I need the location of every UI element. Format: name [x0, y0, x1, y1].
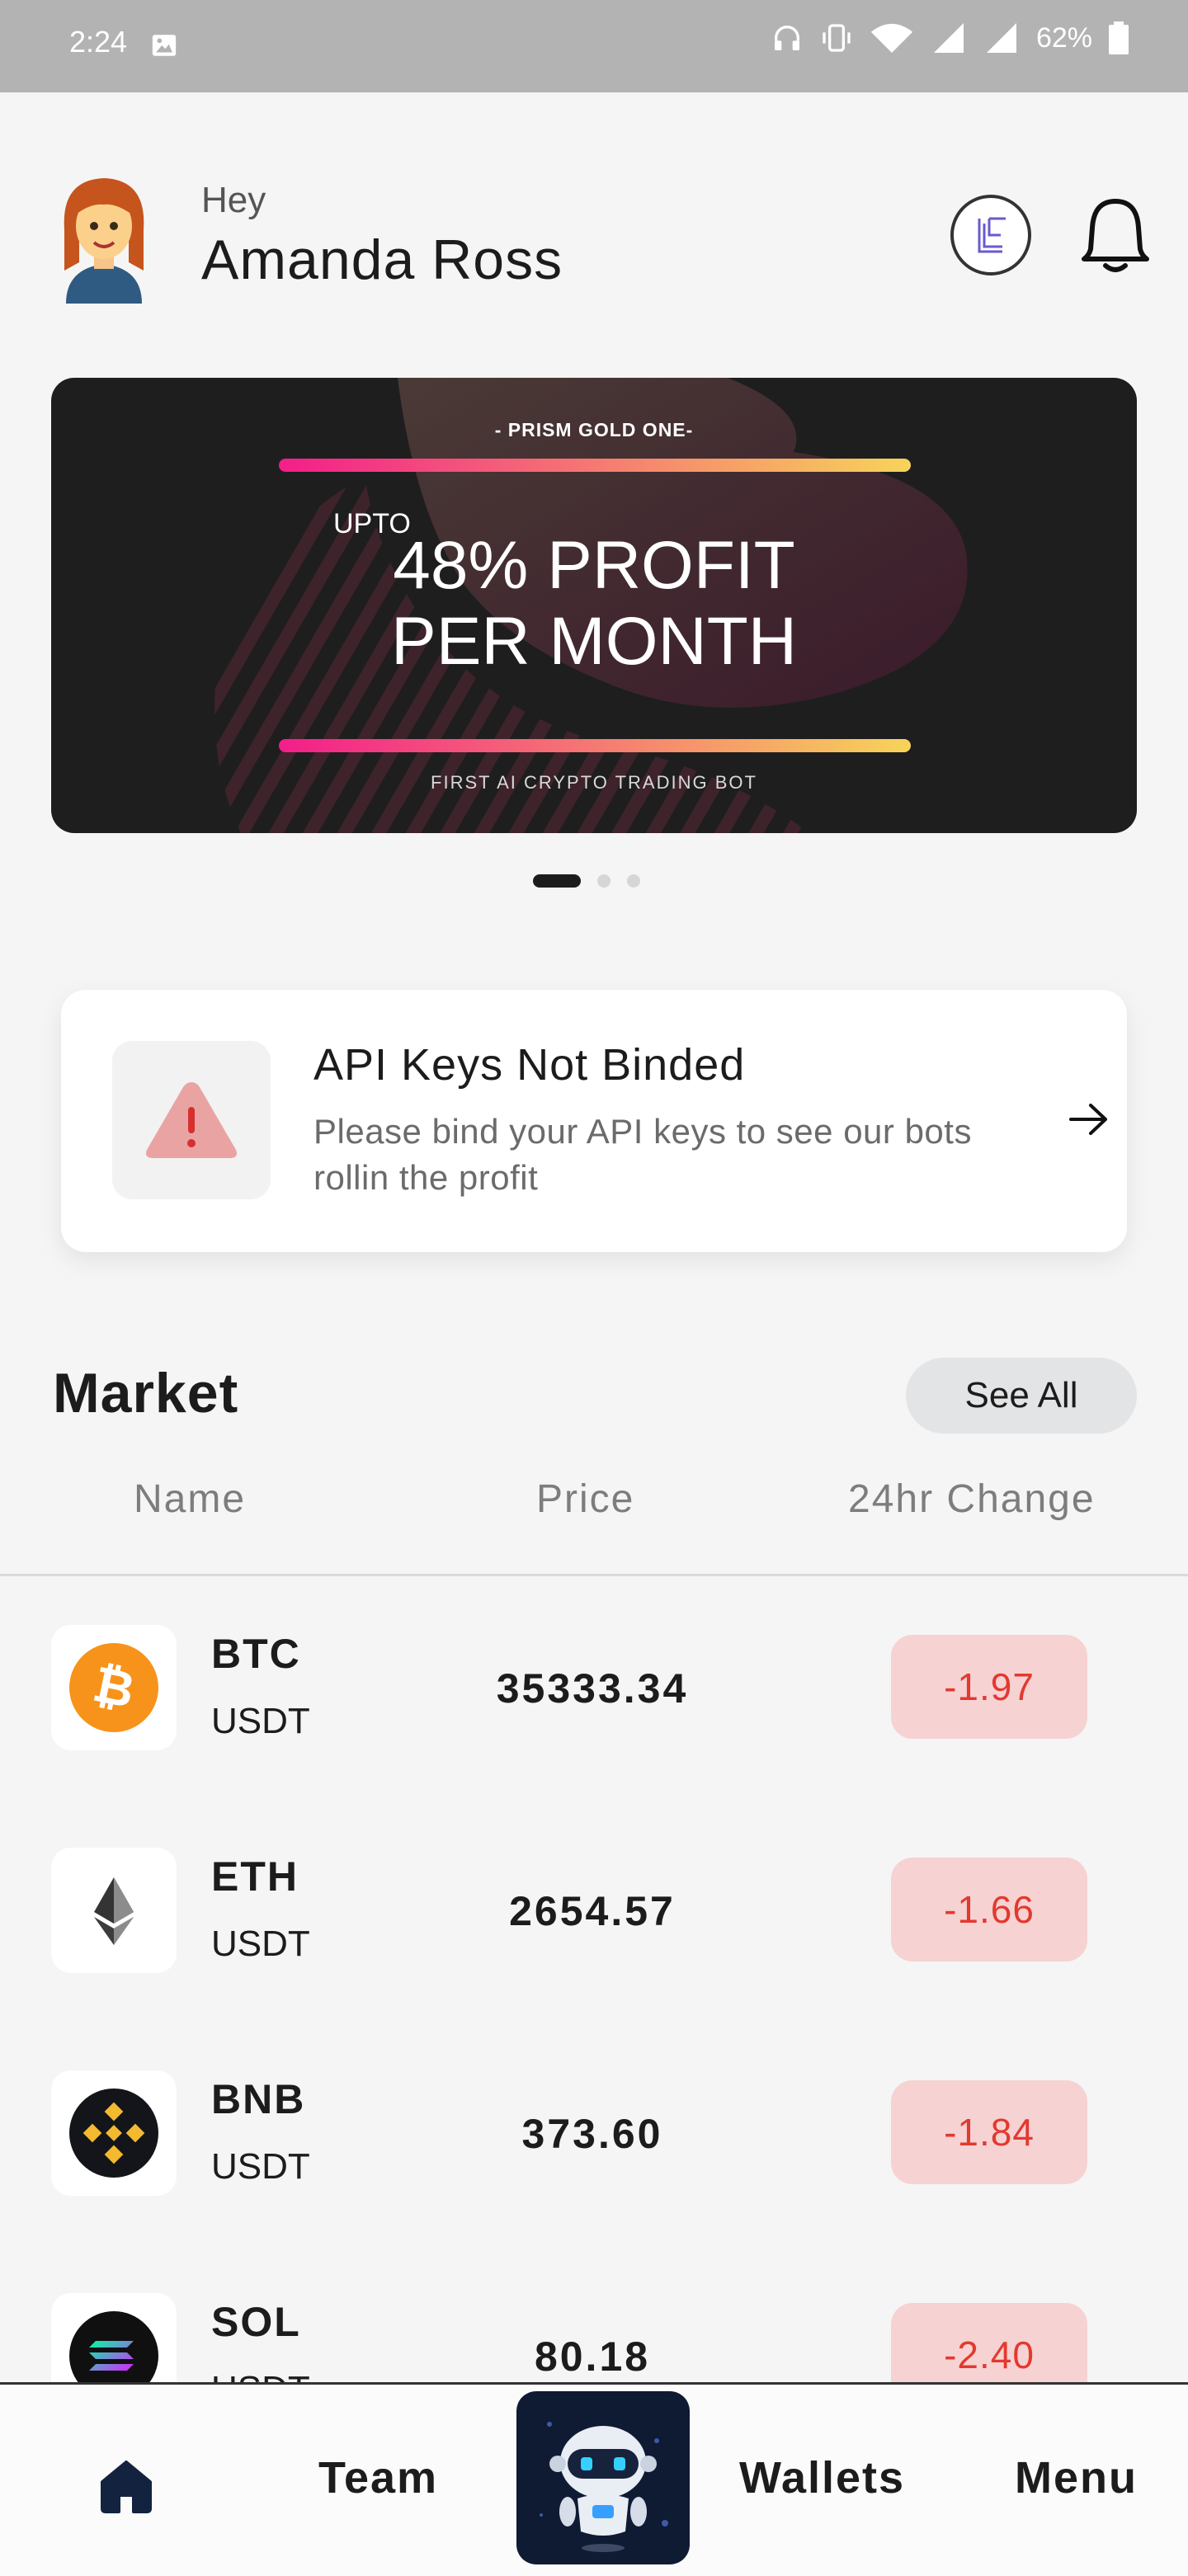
status-bar: 2:24 62%	[0, 0, 1188, 92]
coin-price: 80.18	[534, 2333, 651, 2380]
market-row-bnb[interactable]: BNB USDT 373.60 -1.84	[0, 2070, 1188, 2202]
banner-headline-2: PER MONTH	[391, 604, 797, 679]
warning-icon	[146, 1082, 237, 1158]
column-header-change: 24hr Change	[848, 1477, 1096, 1521]
banner-line-top	[279, 459, 911, 472]
nav-team[interactable]: Team	[318, 2452, 438, 2503]
vibrate-icon	[823, 24, 851, 52]
banner-headline: 48% PROFIT PER MONTH	[51, 528, 1137, 680]
coin-symbol: ETH	[211, 1853, 299, 1900]
market-row-btc[interactable]: ₿ BTC USDT 35333.34 -1.97	[0, 1625, 1188, 1757]
signal-icon-2	[986, 23, 1016, 53]
bnb-icon-box	[51, 2070, 177, 2196]
battery-icon	[1109, 21, 1129, 54]
robot-icon	[540, 2422, 668, 2552]
nav-menu[interactable]: Menu	[1015, 2452, 1138, 2503]
coin-price: 35333.34	[496, 1665, 689, 1712]
user-name: Amanda Ross	[201, 228, 563, 291]
ai-bot-button[interactable]	[516, 2391, 690, 2564]
coin-symbol: SOL	[211, 2299, 301, 2345]
home-icon[interactable]	[99, 2459, 153, 2515]
change-badge: -1.66	[891, 1858, 1087, 1961]
headphones-icon	[774, 26, 799, 50]
brand-logo-icon	[978, 217, 1006, 253]
notification-bell-icon[interactable]	[1077, 195, 1153, 277]
arrow-right-icon[interactable]	[1066, 1099, 1112, 1140]
carousel-dot-1[interactable]	[533, 874, 581, 888]
api-card-title: API Keys Not Binded	[314, 1040, 746, 1090]
carousel-dot-2[interactable]	[597, 874, 610, 888]
coin-price: 2654.57	[509, 1888, 676, 1934]
bottom-navigation: Team Wallets Menu	[0, 2382, 1188, 2576]
banner-subtitle: FIRST AI CRYPTO TRADING BOT	[431, 772, 757, 793]
eth-icon	[94, 1877, 134, 1945]
column-header-name: Name	[134, 1477, 247, 1521]
coin-price: 373.60	[521, 2111, 663, 2157]
change-badge: -1.97	[891, 1635, 1087, 1739]
brand-logo-button[interactable]	[950, 195, 1031, 275]
banner-headline-1: 48% PROFIT	[393, 528, 795, 603]
battery-percent: 62%	[1035, 21, 1092, 54]
btc-icon: ₿	[69, 1643, 158, 1732]
see-all-button[interactable]: See All	[906, 1358, 1137, 1434]
coin-quote: USDT	[211, 1924, 310, 1964]
market-row-eth[interactable]: ETH USDT 2654.57 -1.66	[0, 1848, 1188, 1980]
market-divider	[0, 1574, 1188, 1576]
carousel-dot-3[interactable]	[627, 874, 640, 888]
column-header-price: Price	[536, 1477, 635, 1521]
wifi-icon	[870, 23, 913, 53]
promo-banner[interactable]: - PRISM GOLD ONE- UPTO 48% PROFIT PER MO…	[51, 378, 1137, 833]
bnb-icon	[69, 2089, 158, 2178]
warning-icon-box	[112, 1041, 271, 1199]
status-right: 62%	[771, 21, 1129, 54]
signal-icon-1	[933, 23, 964, 53]
eth-icon-box	[51, 1848, 177, 1973]
api-keys-card[interactable]: API Keys Not Binded Please bind your API…	[61, 990, 1127, 1252]
banner-line-bottom	[279, 739, 911, 752]
user-avatar[interactable]	[50, 172, 158, 304]
coin-symbol: BNB	[211, 2076, 306, 2122]
nav-wallets[interactable]: Wallets	[739, 2452, 905, 2503]
coin-quote: USDT	[211, 2146, 310, 2187]
coin-symbol: BTC	[211, 1631, 301, 1677]
btc-icon-box: ₿	[51, 1625, 177, 1750]
greeting-text: Hey	[201, 180, 266, 220]
api-card-description: Please bind your API keys to see our bot…	[314, 1112, 972, 1197]
change-badge: -1.84	[891, 2080, 1087, 2184]
carousel-indicator	[533, 874, 640, 888]
market-title: Market	[53, 1362, 239, 1425]
status-time: 2:24	[69, 25, 128, 59]
banner-top-label: - PRISM GOLD ONE-	[494, 419, 694, 440]
coin-quote: USDT	[211, 1701, 310, 1741]
image-notification-icon	[152, 35, 177, 56]
